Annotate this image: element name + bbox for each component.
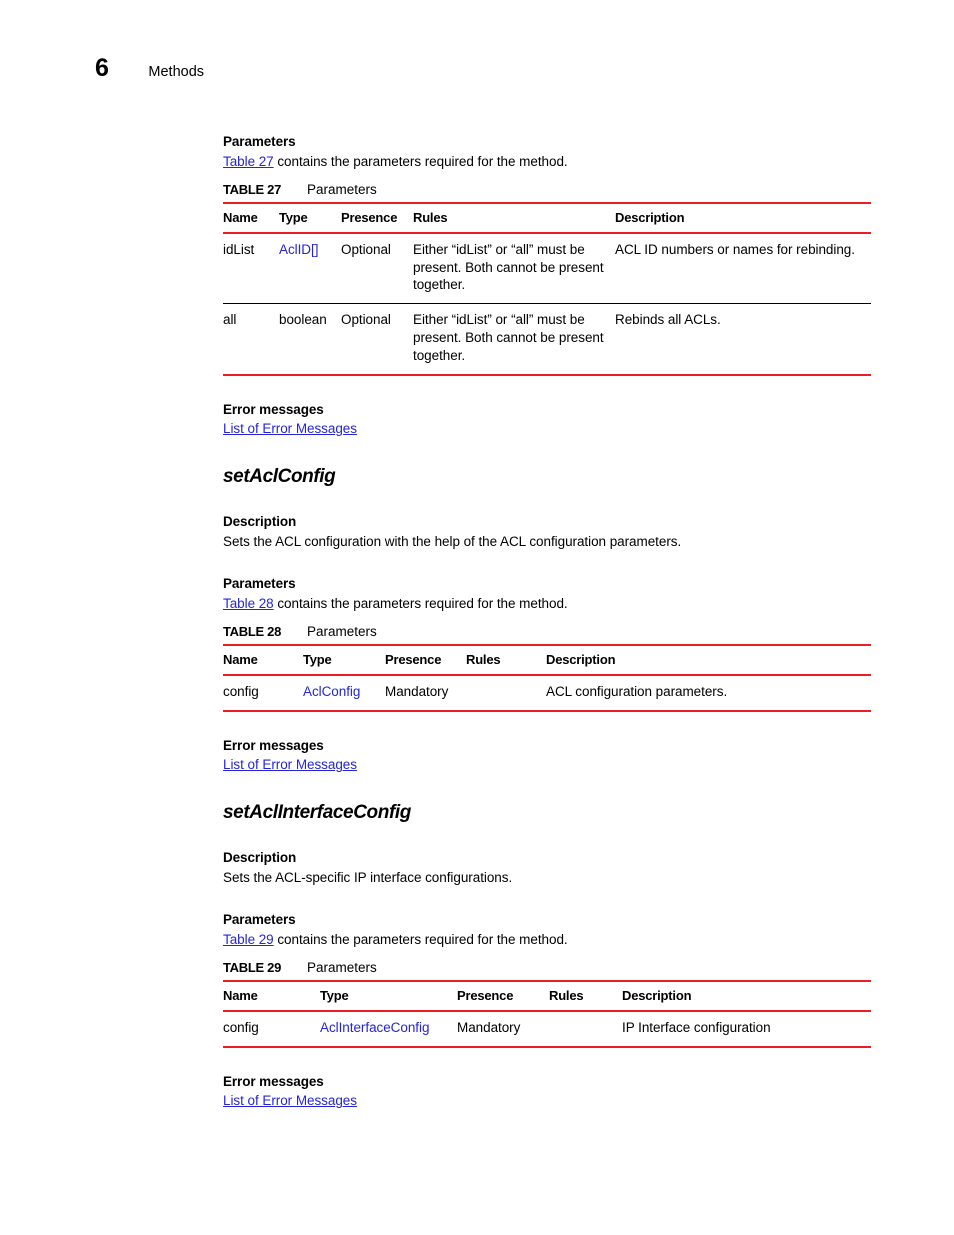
- table-row: config AclConfig Mandatory ACL configura…: [223, 674, 871, 712]
- cell-presence: Mandatory: [385, 674, 466, 712]
- list-of-error-messages-link[interactable]: List of Error Messages: [223, 421, 357, 436]
- table-29-caption: TABLE 29 Parameters: [223, 960, 871, 975]
- description-heading: Description: [223, 850, 297, 866]
- column-header-name: Name: [223, 201, 279, 234]
- parameters-intro-rest: contains the parameters required for the…: [273, 595, 568, 611]
- cell-type-link[interactable]: AclID[]: [279, 233, 341, 304]
- cell-rules: [466, 674, 546, 712]
- parameters-intro-rest: contains the parameters required for the…: [273, 931, 568, 947]
- table-29: Name Type Presence Rules Description con…: [223, 979, 871, 1048]
- cell-name: config: [223, 1010, 320, 1048]
- column-header-type: Type: [320, 979, 457, 1012]
- error-messages-link-line: List of Error Messages: [223, 419, 871, 439]
- error-messages-heading: Error messages: [223, 401, 324, 417]
- column-header-description: Description: [615, 201, 871, 234]
- running-head: 6 Methods: [95, 56, 204, 81]
- list-of-error-messages-link[interactable]: List of Error Messages: [223, 1093, 357, 1108]
- document-page: 6 Methods Parameters Table 27 contains t…: [0, 0, 954, 1235]
- cell-presence: Mandatory: [457, 1010, 549, 1048]
- chapter-title: Methods: [148, 64, 205, 80]
- section-rebind-parameters: Parameters Table 27 contains the paramet…: [223, 132, 871, 440]
- column-header-presence: Presence: [385, 643, 466, 676]
- table-29-header-row: Name Type Presence Rules Description: [223, 979, 871, 1012]
- table-29-caption-label: TABLE 29: [223, 959, 282, 975]
- cell-description: ACL ID numbers or names for rebinding.: [615, 241, 855, 257]
- table-row: idList AclID[] Optional Either “idList” …: [223, 233, 871, 304]
- cell-name: config: [223, 674, 303, 712]
- description-text: Sets the ACL configuration with the help…: [223, 533, 682, 549]
- error-messages-link-line: List of Error Messages: [223, 1091, 871, 1111]
- table-28-caption-title: Parameters: [307, 623, 377, 639]
- cell-name: all: [223, 303, 279, 376]
- table-27-caption-label: TABLE 27: [223, 181, 282, 197]
- table-28-crossref-link[interactable]: Table 28: [223, 596, 274, 611]
- column-header-presence: Presence: [341, 201, 413, 234]
- column-header-type: Type: [279, 201, 341, 234]
- column-header-rules: Rules: [549, 979, 622, 1012]
- error-messages-heading: Error messages: [223, 737, 324, 753]
- table-28-caption: TABLE 28 Parameters: [223, 624, 871, 639]
- method-heading-set-acl-config: setAclConfig: [223, 465, 336, 487]
- parameters-intro: Table 29 contains the parameters require…: [223, 930, 871, 950]
- cell-presence: Optional: [341, 241, 391, 257]
- column-header-presence: Presence: [457, 979, 549, 1012]
- error-messages-heading: Error messages: [223, 1073, 324, 1089]
- cell-description: IP Interface configuration: [622, 1010, 871, 1048]
- column-header-rules: Rules: [466, 643, 546, 676]
- parameters-intro: Table 27 contains the parameters require…: [223, 152, 871, 172]
- error-messages-link-line: List of Error Messages: [223, 755, 871, 775]
- description-heading: Description: [223, 514, 297, 530]
- cell-name: idList: [223, 241, 255, 257]
- table-27: Name Type Presence Rules Description idL…: [223, 201, 871, 376]
- table-row: config AclInterfaceConfig Mandatory IP I…: [223, 1010, 871, 1048]
- column-header-name: Name: [223, 979, 320, 1012]
- cell-presence: Optional: [341, 303, 413, 376]
- cell-rules: [549, 1010, 622, 1048]
- cell-rules: Either “idList” or “all” must be present…: [413, 241, 604, 293]
- table-27-header-row: Name Type Presence Rules Description: [223, 201, 871, 234]
- cell-description: ACL configuration parameters.: [546, 674, 871, 712]
- table-row: all boolean Optional Either “idList” or …: [223, 303, 871, 376]
- table-28: Name Type Presence Rules Description con…: [223, 643, 871, 712]
- parameters-intro-rest: contains the parameters required for the…: [273, 153, 568, 169]
- table-29-crossref-link[interactable]: Table 29: [223, 932, 274, 947]
- column-header-rules: Rules: [413, 201, 615, 234]
- table-29-caption-title: Parameters: [307, 959, 377, 975]
- chapter-number: 6: [95, 54, 109, 82]
- column-header-type: Type: [303, 643, 385, 676]
- table-27-caption: TABLE 27 Parameters: [223, 182, 871, 197]
- parameters-intro: Table 28 contains the parameters require…: [223, 594, 871, 614]
- list-of-error-messages-link[interactable]: List of Error Messages: [223, 757, 357, 772]
- section-set-acl-config: setAclConfig Description Sets the ACL co…: [223, 466, 871, 776]
- table-28-header-row: Name Type Presence Rules Description: [223, 643, 871, 676]
- description-text: Sets the ACL-specific IP interface confi…: [223, 869, 513, 885]
- table-28-caption-label: TABLE 28: [223, 623, 282, 639]
- method-heading-set-acl-interface-config: setAclInterfaceConfig: [223, 801, 411, 823]
- section-set-acl-interface-config: setAclInterfaceConfig Description Sets t…: [223, 802, 871, 1112]
- cell-type-link[interactable]: AclConfig: [303, 674, 385, 712]
- table-27-caption-title: Parameters: [307, 181, 377, 197]
- parameters-heading: Parameters: [223, 576, 296, 592]
- parameters-heading: Parameters: [223, 912, 296, 928]
- cell-type: boolean: [279, 303, 341, 376]
- cell-rules: Either “idList” or “all” must be present…: [413, 303, 615, 376]
- parameters-heading: Parameters: [223, 134, 296, 149]
- column-header-description: Description: [546, 643, 871, 676]
- column-header-description: Description: [622, 979, 871, 1012]
- page-content: Parameters Table 27 contains the paramet…: [223, 132, 871, 1112]
- cell-type-link[interactable]: AclInterfaceConfig: [320, 1010, 457, 1048]
- table-27-crossref-link[interactable]: Table 27: [223, 154, 274, 169]
- cell-description: Rebinds all ACLs.: [615, 303, 871, 376]
- column-header-name: Name: [223, 643, 303, 676]
